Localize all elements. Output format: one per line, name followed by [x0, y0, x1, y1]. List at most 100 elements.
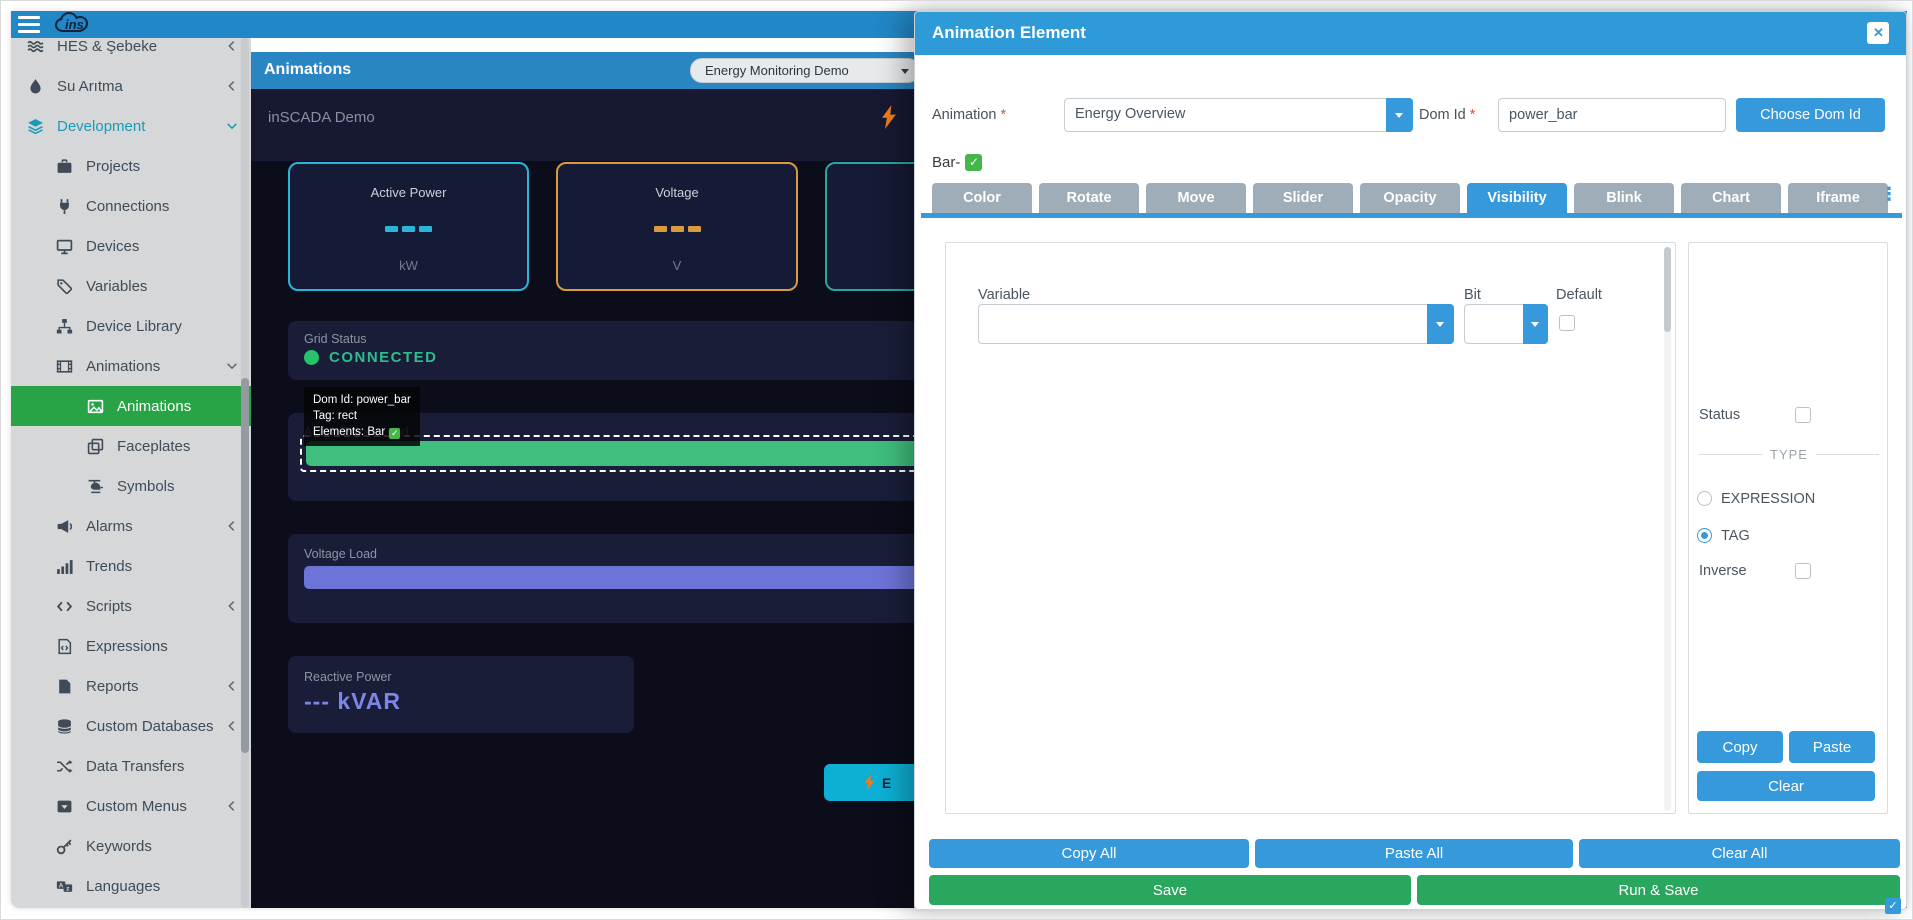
tab-color[interactable]: Color	[932, 183, 1032, 213]
code-icon	[56, 598, 73, 615]
reactive-power-panel: Reactive Power --- kVAR	[288, 656, 634, 733]
image-icon	[87, 398, 104, 415]
tab-opacity[interactable]: Opacity	[1360, 183, 1460, 213]
chevron-down-icon[interactable]	[1523, 304, 1548, 344]
mini-check-button[interactable]: ✓	[1885, 898, 1901, 914]
sidebar-item-connections[interactable]: Connections	[11, 186, 251, 226]
sidebar-item-trends[interactable]: Trends	[11, 546, 251, 586]
chevron-left-icon	[225, 679, 239, 693]
sidebar-item-symbols[interactable]: Symbols	[11, 466, 251, 506]
element-row: Bar- ✓	[932, 154, 983, 171]
panel-scrollbar[interactable]	[1664, 247, 1671, 811]
default-label: Default	[1556, 287, 1602, 303]
sidebar-item-keywords[interactable]: Keywords	[11, 826, 251, 866]
animation-select[interactable]: Energy Overview	[1064, 98, 1413, 132]
language-icon: Az	[56, 878, 73, 895]
sidebar-item-custom-menus[interactable]: Custom Menus	[11, 786, 251, 826]
panel-scrollbar-thumb[interactable]	[1664, 247, 1671, 332]
copy-button[interactable]: Copy	[1697, 731, 1783, 763]
sidebar-item-reports[interactable]: Reports	[11, 666, 251, 706]
bit-select[interactable]	[1464, 304, 1548, 344]
sidebar-item-faceplates[interactable]: Faceplates	[11, 426, 251, 466]
file-code-icon	[56, 638, 73, 655]
voltage-bar-element[interactable]	[304, 566, 986, 589]
card-value-placeholder	[290, 226, 527, 232]
waves-icon	[27, 38, 44, 55]
svg-text:A: A	[59, 882, 64, 889]
sidebar-item-projects[interactable]: Projects	[11, 146, 251, 186]
check-icon: ✓	[389, 428, 401, 439]
clear-button[interactable]: Clear	[1697, 771, 1875, 801]
sidebar-item-variables[interactable]: Variables	[11, 266, 251, 306]
tab-rotate[interactable]: Rotate	[1039, 183, 1139, 213]
card-value-placeholder	[558, 226, 796, 232]
element-label: Bar-	[932, 154, 961, 171]
clear-all-button[interactable]: Clear All	[1579, 839, 1900, 868]
sidebar-item-devices[interactable]: Devices	[11, 226, 251, 266]
tab-blink[interactable]: Blink	[1574, 183, 1674, 213]
chevron-down-icon[interactable]	[1386, 98, 1413, 132]
reactive-power-value: --- kVAR	[304, 688, 402, 714]
tabs-underline	[921, 213, 1902, 218]
tab-iframe[interactable]: Iframe	[1788, 183, 1888, 213]
chevron-left-icon	[225, 79, 239, 93]
key-icon	[56, 838, 73, 855]
card-unit: V	[672, 258, 682, 273]
reactive-power-label: Reactive Power	[304, 670, 392, 684]
hamburger-menu-icon[interactable]	[18, 16, 40, 33]
sidebar-item-animations[interactable]: Animations	[11, 386, 251, 426]
copy-all-button[interactable]: Copy All	[929, 839, 1249, 868]
variable-select[interactable]	[978, 304, 1454, 344]
grid-status-value: CONNECTED	[329, 349, 438, 366]
sidebar-item-device-library[interactable]: Device Library	[11, 306, 251, 346]
tab-move[interactable]: Move	[1146, 183, 1246, 213]
type-side-panel: Status TYPE EXPRESSION TAG Inverse Copy …	[1688, 242, 1888, 814]
chevron-left-icon	[225, 39, 239, 53]
sidebar-item-animations[interactable]: Animations	[11, 346, 251, 386]
project-select[interactable]: Energy Monitoring Demo	[690, 58, 920, 83]
tag-radio[interactable]	[1697, 528, 1712, 543]
expression-radio[interactable]	[1697, 491, 1712, 506]
expression-radio-label: EXPRESSION	[1721, 491, 1816, 507]
sidebar-list: HES & Şebeke Su Arıtma Development Projects…	[11, 38, 251, 906]
chevron-down-icon[interactable]	[1427, 304, 1454, 344]
card-title: Voltage	[655, 185, 699, 200]
page-title: Animations	[264, 61, 352, 78]
grid-status-label: Grid Status	[304, 332, 367, 346]
tab-visibility[interactable]: Visibility	[1467, 183, 1567, 213]
svg-text:z: z	[66, 885, 69, 892]
helicopter-icon	[87, 478, 104, 495]
checked-checkbox-icon[interactable]: ✓	[965, 154, 983, 171]
sidebar-item-alarms[interactable]: Alarms	[11, 506, 251, 546]
sidebar-item-hes-ebeke[interactable]: HES & Şebeke	[11, 38, 251, 66]
sidebar-item-languages[interactable]: Az Languages	[11, 866, 251, 906]
close-icon[interactable]: ✕	[1867, 22, 1889, 44]
inverse-checkbox[interactable]	[1795, 563, 1811, 579]
animation-select-value: Energy Overview	[1075, 106, 1186, 122]
menu-square-icon	[56, 798, 73, 815]
dom-id-input[interactable]	[1498, 98, 1726, 132]
sidebar-item-scripts[interactable]: Scripts	[11, 586, 251, 626]
sidebar-item-expressions[interactable]: Expressions	[11, 626, 251, 666]
paste-button[interactable]: Paste	[1789, 731, 1875, 763]
status-checkbox[interactable]	[1795, 407, 1811, 423]
choose-dom-id-button[interactable]: Choose Dom Id	[1736, 98, 1885, 132]
tab-chart[interactable]: Chart	[1681, 183, 1781, 213]
sidebar: HES & Şebeke Su Arıtma Development Projects…	[11, 38, 251, 908]
sidebar-item-custom-databases[interactable]: Custom Databases	[11, 706, 251, 746]
sidebar-item-su-ar-tma[interactable]: Su Arıtma	[11, 66, 251, 106]
sidebar-item-development[interactable]: Development	[11, 106, 251, 146]
tooltip-elements: Elements: Bar ✓	[313, 426, 401, 439]
default-checkbox[interactable]	[1559, 315, 1575, 331]
sidebar-scrollbar[interactable]	[241, 38, 249, 908]
inscada-logo: ins	[54, 11, 89, 32]
run-save-button[interactable]: Run & Save	[1417, 875, 1900, 905]
project-select-value: Energy Monitoring Demo	[705, 63, 849, 78]
save-button[interactable]: Save	[929, 875, 1411, 905]
tab-slider[interactable]: Slider	[1253, 183, 1353, 213]
sidebar-scrollbar-thumb[interactable]	[241, 378, 249, 753]
more-tabs-icon[interactable]: ⋮	[1880, 184, 1898, 205]
sidebar-item-data-transfers[interactable]: Data Transfers	[11, 746, 251, 786]
screen: ins HES & Şebeke Su Arıtma Development Proj…	[0, 0, 1913, 920]
paste-all-button[interactable]: Paste All	[1255, 839, 1573, 868]
